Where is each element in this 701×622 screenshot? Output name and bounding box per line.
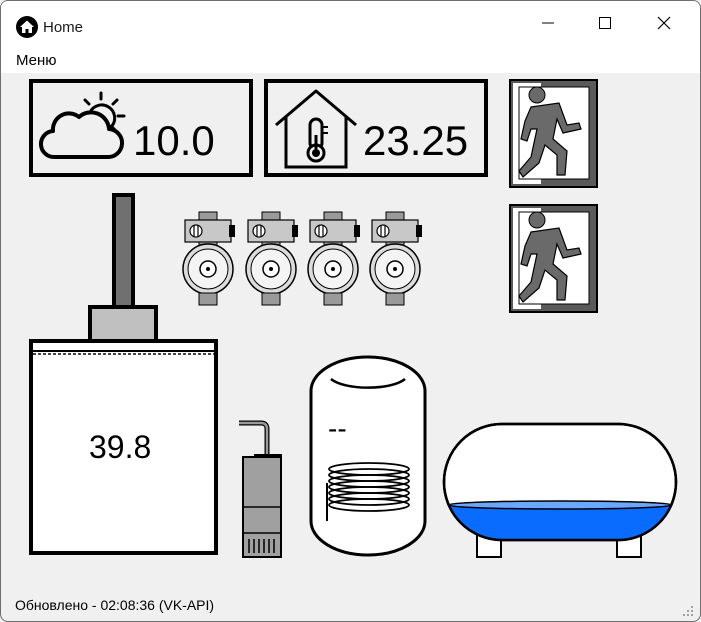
exit-running-man-icon[interactable] — [509, 204, 598, 313]
home-icon — [16, 16, 38, 38]
indoor-temperature-value: 23.25 — [363, 117, 469, 164]
minimize-button[interactable] — [519, 1, 577, 45]
title-bar: Home — [1, 1, 700, 45]
boiler-temperature-value: 39.8 — [89, 429, 152, 465]
app-window: Home Меню 10.0 23.25 39.8 -- Обновлено -… — [0, 0, 701, 622]
resize-grip-icon[interactable] — [682, 605, 694, 617]
circulation-pump-icon[interactable] — [366, 211, 424, 307]
menu-bar: Меню — [1, 45, 700, 73]
maximize-icon — [599, 17, 611, 29]
outdoor-temperature-value: 10.0 — [133, 117, 215, 164]
close-button[interactable] — [635, 1, 693, 45]
maximize-button[interactable] — [576, 1, 634, 45]
boiler-drawing — [29, 193, 218, 555]
menu-item-main[interactable]: Меню — [16, 52, 57, 69]
pool-tank-icon[interactable] — [441, 421, 679, 563]
circulation-pump-icon[interactable] — [304, 211, 362, 307]
window-title: Home — [43, 19, 84, 36]
status-bar-text: Обновлено - 02:08:36 (VK-API) — [15, 597, 215, 613]
exit-running-man-icon[interactable] — [509, 79, 598, 188]
water-tank-value: -- — [328, 413, 347, 444]
outdoor-temperature-panel: 10.0 — [29, 79, 253, 177]
close-icon — [657, 16, 671, 30]
indoor-temperature-panel: 23.25 — [264, 79, 488, 177]
filter-pump-icon[interactable] — [237, 419, 287, 559]
house-thermometer-icon — [275, 89, 357, 169]
water-heater-tank — [309, 355, 427, 557]
weather-cloud-sun-icon — [39, 91, 126, 160]
minimize-icon — [542, 22, 554, 24]
circulation-pump-icon[interactable] — [242, 211, 300, 307]
